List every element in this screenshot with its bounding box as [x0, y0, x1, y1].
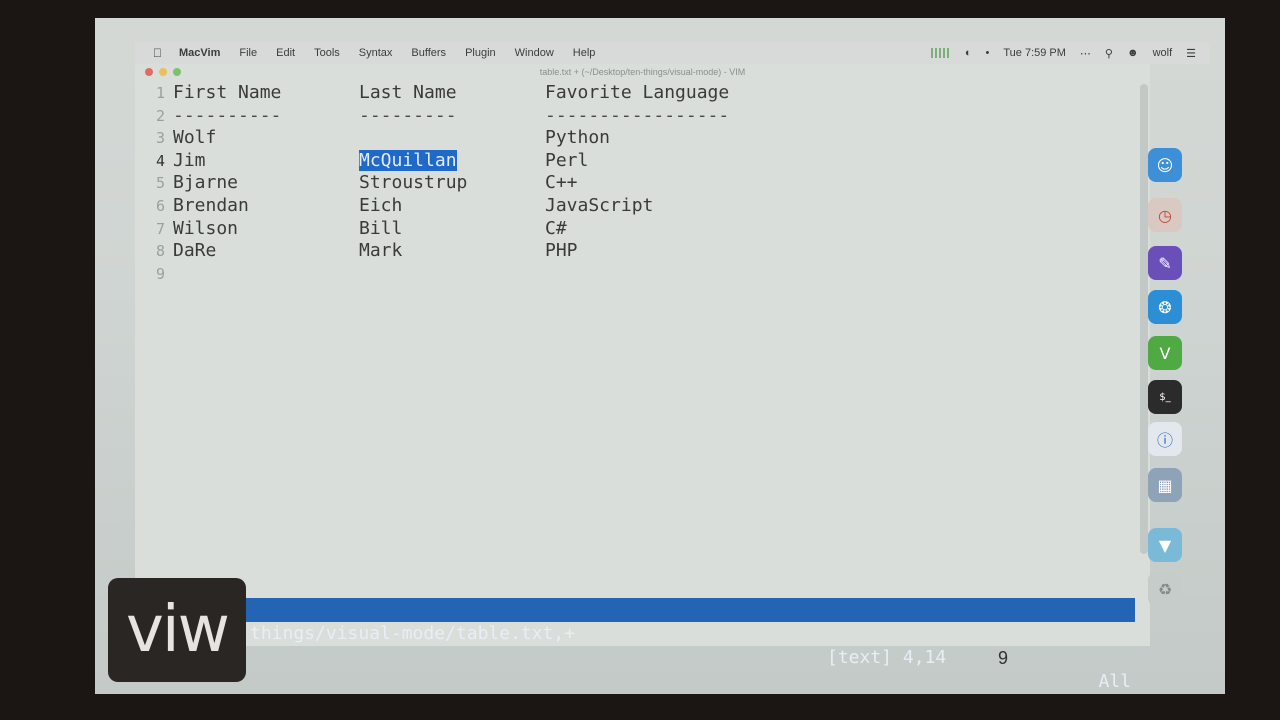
- cell-last-name-selected: McQuillan: [359, 149, 545, 173]
- menu-macvim[interactable]: MacVim: [179, 47, 220, 59]
- cell-language: Python: [545, 127, 611, 149]
- visual-selection[interactable]: McQuillan: [359, 149, 457, 171]
- cell-language: JavaScript: [545, 194, 654, 216]
- cell-first-name: ----------: [173, 104, 282, 126]
- menu-help[interactable]: Help: [573, 47, 596, 59]
- macvim-window: table.txt + (~/Desktop/ten-things/visual…: [135, 64, 1150, 692]
- line-number: 7: [155, 219, 165, 238]
- cell-first-name: Wolf: [173, 127, 217, 149]
- cell-first-name: Jim: [173, 149, 206, 171]
- editor-buffer[interactable]: 1 First Name Last Name Favorite Language…: [135, 82, 1135, 582]
- cell-last-name: Bill: [359, 217, 403, 239]
- finder-icon[interactable]: ☺: [1148, 148, 1182, 182]
- cell-first-name: Wilson: [173, 217, 239, 239]
- activity-meter-icon[interactable]: [930, 48, 951, 58]
- window-title: table.txt + (~/Desktop/ten-things/visual…: [539, 67, 746, 77]
- cell-last-name: Eich: [359, 194, 403, 216]
- macos-dock: ☺ ◷ ✎ ❂ V $_ ⓘ ▦ ▼ ♻: [1138, 88, 1192, 648]
- buffer-line-current[interactable]: 4 Jim McQuillan Perl: [135, 149, 1135, 173]
- cell-language: Favorite Language: [545, 82, 730, 103]
- terminal-icon[interactable]: $_: [1148, 380, 1182, 414]
- buffer-line[interactable]: 2 ---------- --------- -----------------: [135, 105, 1135, 128]
- cell-language: Perl: [545, 149, 589, 171]
- cell-first-name: [173, 263, 359, 286]
- menubar-clock[interactable]: Tue 7:59 PM: [1003, 47, 1066, 59]
- menu-window[interactable]: Window: [515, 47, 554, 59]
- buffer-line[interactable]: 1 First Name Last Name Favorite Language: [135, 82, 1135, 105]
- cell-last-name: Mark: [359, 240, 403, 262]
- buffer-line[interactable]: 9: [135, 263, 1135, 286]
- user-icon[interactable]: ☻: [1127, 47, 1139, 59]
- cell-last-name: Last Name: [359, 82, 457, 103]
- line-number: 5: [155, 174, 165, 193]
- statusline-filetype-position: [text] 4,14: [827, 647, 947, 668]
- cell-first-name: DaRe: [173, 240, 217, 262]
- pen-app-icon[interactable]: ✎: [1148, 246, 1182, 280]
- menu-plugin[interactable]: Plugin: [465, 47, 496, 59]
- line-number: 9: [155, 264, 165, 283]
- menu-list-icon[interactable]: ☰: [1186, 47, 1196, 60]
- line-number: 1: [155, 84, 165, 102]
- cell-first-name: Brendan: [173, 194, 249, 216]
- preview-icon[interactable]: ▦: [1148, 468, 1182, 502]
- menu-file[interactable]: File: [239, 47, 257, 59]
- display-toggle-icon[interactable]: ◐: [965, 47, 972, 59]
- buffer-line[interactable]: 6 Brendan Eich JavaScript: [135, 195, 1135, 218]
- cell-language: C#: [545, 217, 567, 239]
- buffer-line[interactable]: 5 Bjarne Stroustrup C++: [135, 172, 1135, 195]
- line-number: 3: [155, 129, 165, 148]
- viw-logo: viw: [108, 578, 246, 682]
- cell-last-name: Stroustrup: [359, 172, 468, 194]
- cell-language: C++: [545, 172, 578, 194]
- time-machine-icon[interactable]: ◷: [1148, 198, 1182, 232]
- buffer-line[interactable]: 8 DaRe Mark PHP: [135, 240, 1135, 263]
- buffer-line[interactable]: 7 Wilson Bill C#: [135, 218, 1135, 241]
- slide-page-number: 9: [998, 648, 1009, 668]
- downloads-folder-icon[interactable]: ▼: [1148, 528, 1182, 562]
- cell-first-name: Bjarne: [173, 172, 239, 194]
- vim-command-line[interactable]: [135, 626, 1135, 646]
- apple-icon[interactable]: : [153, 46, 167, 60]
- cell-language: PHP: [545, 240, 578, 262]
- vim-statusline: things/visual-mode/table.txt,+ [text] 4,…: [135, 598, 1135, 692]
- menubar-status-area: ◐ • Tue 7:59 PM ⋯ ⚲ ☻ wolf ☰: [930, 47, 1210, 60]
- cell-language: [545, 263, 845, 286]
- projected-screen:  MacVim File Edit Tools Syntax Buffers …: [95, 18, 1225, 694]
- line-number: 8: [155, 242, 165, 261]
- line-number: 6: [155, 196, 165, 215]
- search-icon[interactable]: ⚲: [1105, 47, 1113, 60]
- line-number: 4: [155, 151, 165, 170]
- menubar-user[interactable]: wolf: [1153, 47, 1173, 59]
- more-icon[interactable]: ⋯: [1080, 47, 1091, 60]
- trash-icon[interactable]: ♻: [1148, 572, 1182, 606]
- cell-last-name: [359, 127, 545, 150]
- statusline-percent: All: [1098, 671, 1131, 692]
- window-titlebar: table.txt + (~/Desktop/ten-things/visual…: [135, 64, 1150, 80]
- menu-buffers[interactable]: Buffers: [411, 47, 446, 59]
- buffer-line[interactable]: 3 Wolf Python: [135, 127, 1135, 150]
- line-number: 2: [155, 106, 165, 125]
- macos-menubar:  MacVim File Edit Tools Syntax Buffers …: [135, 42, 1210, 64]
- menu-syntax[interactable]: Syntax: [359, 47, 393, 59]
- safari-icon[interactable]: ❂: [1148, 290, 1182, 324]
- vim-icon[interactable]: V: [1148, 336, 1182, 370]
- cell-language: -----------------: [545, 104, 730, 126]
- cell-first-name: First Name: [173, 82, 282, 103]
- menu-edit[interactable]: Edit: [276, 47, 295, 59]
- wifi-icon[interactable]: •: [985, 47, 989, 59]
- menu-tools[interactable]: Tools: [314, 47, 340, 59]
- cell-last-name: [359, 263, 545, 286]
- onepassword-icon[interactable]: ⓘ: [1148, 422, 1182, 456]
- cell-last-name: ---------: [359, 104, 457, 126]
